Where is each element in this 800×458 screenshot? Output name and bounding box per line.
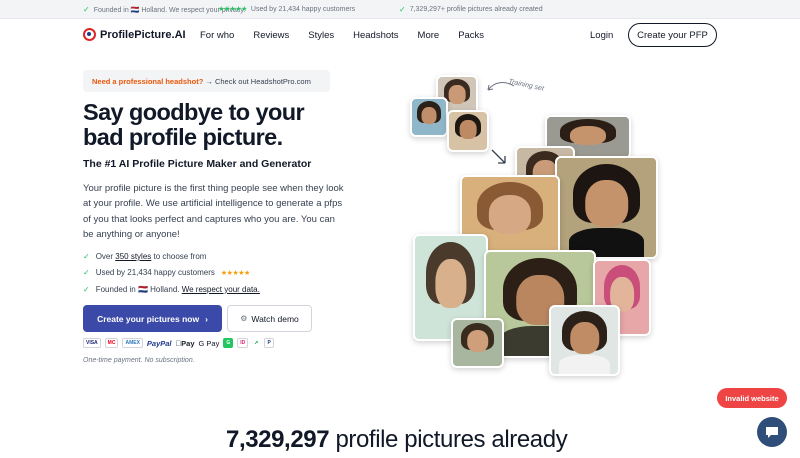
check-icon: ✓	[83, 251, 90, 261]
arrow-down-right-icon	[491, 149, 506, 164]
headshot-promo-banner[interactable]: Need a professional headshot? → Check ou…	[83, 70, 330, 92]
ideal-icon: ID	[237, 338, 249, 348]
visa-icon: VISA	[83, 338, 101, 348]
feature-founded: ✓ Founded in 🇳🇱 Holland. We respect your…	[83, 281, 260, 298]
payment-method-icon: G	[223, 338, 234, 348]
generated-portrait	[451, 318, 504, 368]
training-photo	[410, 97, 448, 137]
feature-styles: ✓ Over 350 styles to choose from	[83, 248, 260, 265]
play-icon: ⚙	[240, 314, 248, 323]
payment-methods: VISA MC AMEX PayPal Pay G Pay G ID ➚ P	[83, 338, 274, 348]
feature-founded-prefix: Founded in 🇳🇱 Holland.	[95, 284, 182, 294]
site-logo[interactable]: ProfilePicture.AI	[83, 28, 186, 41]
apple-pay-icon: Pay	[176, 339, 195, 348]
feature-list: ✓ Over 350 styles to choose from ✓ Used …	[83, 248, 260, 298]
star-rating-icon: ★★★★★	[220, 269, 250, 277]
star-rating-icon: ★★★★★	[218, 6, 247, 13]
check-icon: ✓	[83, 268, 90, 278]
topbar-rating: ★★★★★ Used by 21,434 happy customers	[218, 5, 356, 14]
hero-title: Say goodbye to your bad profile picture.	[83, 100, 383, 150]
nav-link-headshots[interactable]: Headshots	[353, 30, 398, 41]
styles-link[interactable]: 350 styles	[115, 252, 151, 261]
create-pfp-button[interactable]: Create your PFP	[628, 23, 717, 47]
nav-link-packs[interactable]: Packs	[458, 30, 484, 41]
chevron-right-icon: ›	[205, 313, 208, 324]
topbar-used-by-text: Used by 21,434 happy customers	[250, 5, 356, 13]
topbar-created-text: 7,329,297+ profile pictures already crea…	[409, 6, 543, 13]
check-icon: ✓	[83, 5, 90, 14]
hero-title-line-1: Say goodbye to your	[83, 99, 305, 125]
watch-demo-button[interactable]: ⚙ Watch demo	[227, 305, 312, 332]
hero-title-line-2: bad profile picture.	[83, 124, 283, 150]
feature-customers-text: Used by 21,434 happy customers	[95, 268, 215, 278]
feature-styles-prefix: Over	[95, 251, 116, 261]
payment-method-icon: ➚	[248, 340, 258, 346]
nav-link-more[interactable]: More	[418, 30, 440, 41]
feature-styles-suffix: to choose from	[151, 251, 207, 261]
stats-text: profile pictures already	[329, 426, 568, 453]
nav-link-reviews[interactable]: Reviews	[253, 30, 289, 41]
hero-subtitle: The #1 AI Profile Picture Maker and Gene…	[83, 158, 312, 170]
mastercard-icon: MC	[104, 338, 119, 348]
feature-styles-text: Over 350 styles to choose from	[96, 252, 207, 261]
promo-link-text: → Check out HeadshotPro.com	[203, 77, 311, 86]
apple-pay-text: Pay	[175, 338, 194, 348]
privacy-link[interactable]: We respect your data.	[182, 285, 260, 294]
top-announcement-bar: ✓ Founded in 🇳🇱 Holland. We respect your…	[0, 0, 800, 19]
curved-arrow-icon	[487, 82, 515, 91]
nav-link-for-who[interactable]: For who	[200, 30, 234, 41]
hero-description: Your profile picture is the first thing …	[83, 183, 344, 240]
main-navigation: ProfilePicture.AI For who Reviews Styles…	[0, 19, 800, 51]
check-icon: ✓	[83, 284, 90, 294]
feature-customers: ✓ Used by 21,434 happy customers ★★★★★	[83, 265, 260, 282]
topbar-created: ✓ 7,329,297+ profile pictures already cr…	[399, 5, 543, 14]
logo-icon	[83, 28, 96, 41]
watch-demo-label: Watch demo	[251, 313, 299, 324]
create-pictures-button[interactable]: Create your pictures now ›	[83, 305, 222, 332]
google-pay-icon: G Pay	[192, 338, 220, 348]
logo-text: ProfilePicture.AI	[100, 28, 186, 41]
chat-bubble-icon	[766, 427, 778, 438]
generated-portrait	[549, 305, 620, 376]
nav-links: For who Reviews Styles Headshots More Pa…	[200, 30, 503, 41]
paypal-icon: PayPal	[146, 338, 172, 348]
training-photo	[447, 110, 489, 152]
promo-accent-text: Need a professional headshot?	[92, 77, 204, 86]
invalid-website-badge[interactable]: Invalid website	[717, 388, 787, 408]
generated-portrait	[555, 156, 658, 259]
nav-link-styles[interactable]: Styles	[308, 30, 334, 41]
chat-widget-button[interactable]	[757, 417, 787, 447]
feature-founded-text: Founded in 🇳🇱 Holland. We respect your d…	[96, 285, 260, 294]
payment-footnote: One-time payment. No subscription.	[83, 357, 195, 364]
stats-number: 7,329,297	[226, 426, 330, 453]
stats-heading: 7,329,297 profile pictures already	[226, 426, 568, 454]
check-icon: ✓	[399, 5, 406, 14]
create-pictures-label: Create your pictures now	[97, 313, 200, 324]
payment-method-icon: P	[264, 338, 274, 348]
amex-icon: AMEX	[122, 338, 143, 348]
login-link[interactable]: Login	[590, 30, 613, 41]
